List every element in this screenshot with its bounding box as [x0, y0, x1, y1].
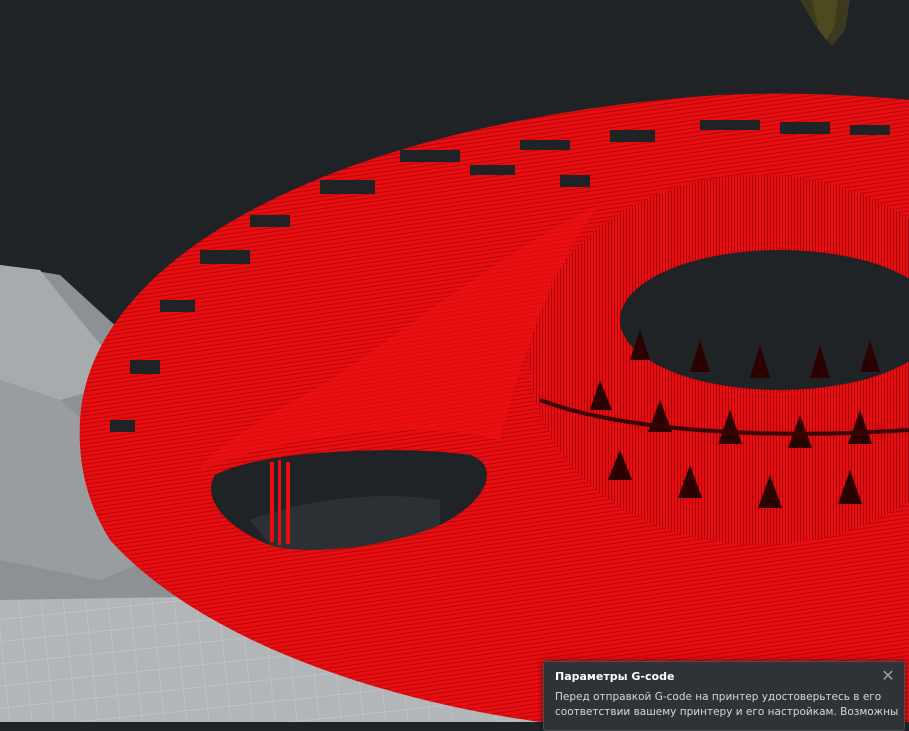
notification-body: Перед отправкой G-code на принтер удосто…: [555, 690, 899, 720]
gcode-notification: Параметры G-code ✕ Перед отправкой G-cod…: [543, 661, 905, 731]
support-struts: [270, 460, 290, 545]
layer-view-scene: [0, 0, 909, 722]
close-icon[interactable]: ✕: [880, 668, 896, 684]
notification-line: соответствии вашему принтеру и его настр…: [555, 706, 899, 718]
notification-line: Перед отправкой G-code на принтер удосто…: [555, 691, 882, 703]
notification-title: Параметры G-code: [555, 670, 675, 683]
3d-viewport[interactable]: [0, 0, 909, 722]
